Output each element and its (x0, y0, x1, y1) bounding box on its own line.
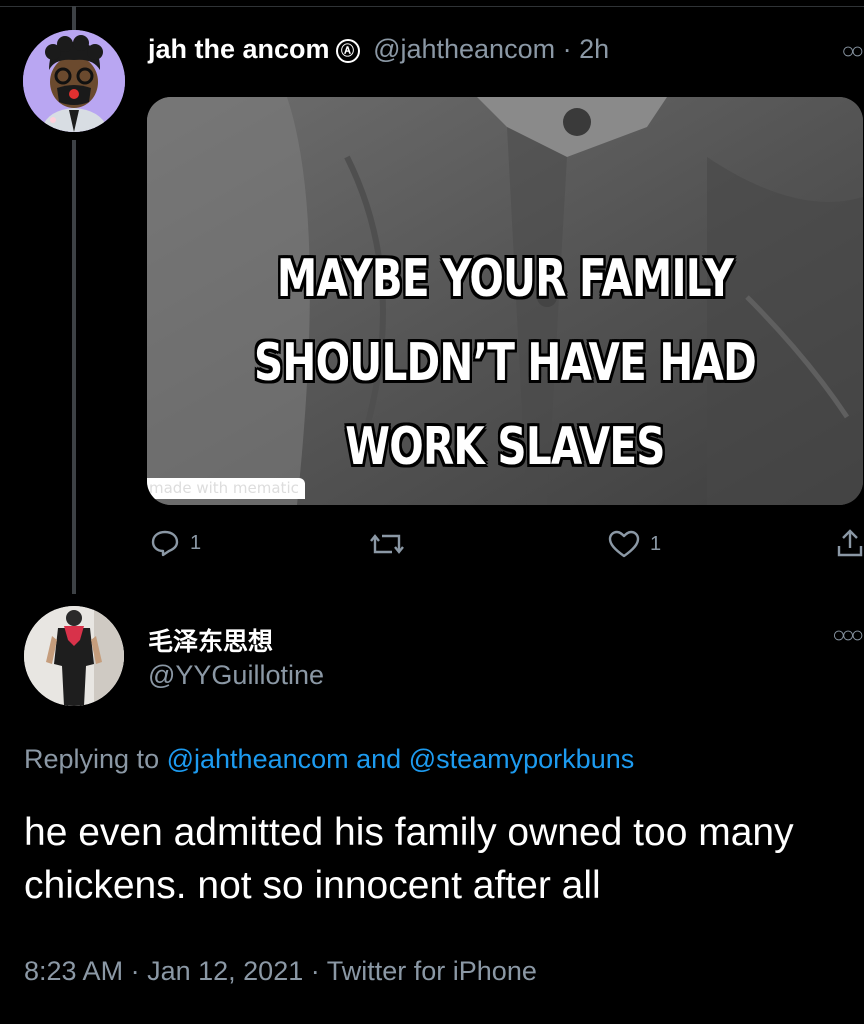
reply-button[interactable]: 1 (150, 528, 201, 558)
tweet-actions: 1 1 (148, 528, 864, 568)
reply-icon (151, 530, 179, 557)
share-icon (837, 529, 863, 557)
mention-conjunction[interactable]: and (356, 744, 401, 774)
retweet-button[interactable] (370, 530, 414, 558)
top-divider (0, 0, 864, 7)
mention-link[interactable]: @steamyporkbuns (409, 744, 635, 774)
separator: · (130, 956, 140, 986)
avatar-photo (24, 606, 124, 706)
reply-count: 1 (190, 531, 202, 554)
meme-caption-line: MAYBE YOUR FAMILY (276, 249, 734, 309)
separator: · (310, 956, 320, 986)
tweet-time[interactable]: 8:23 AM (24, 956, 123, 986)
like-count: 1 (650, 532, 662, 555)
anarchy-badge-icon: Ⓐ (335, 39, 360, 63)
avatar[interactable] (24, 606, 124, 706)
timestamp[interactable]: 2h (579, 34, 609, 64)
tweet-text: he even admitted his family owned too ma… (24, 811, 794, 907)
tweet-media-image[interactable]: MAYBE YOUR FAMILY SHOULDN’T HAVE HAD WOR… (147, 97, 863, 505)
like-button[interactable]: 1 (608, 530, 661, 558)
replying-to: Replying to @jahtheancom and @steamypork… (24, 744, 634, 775)
share-button[interactable] (836, 528, 864, 558)
meme-caption-line: WORK SLAVES (345, 417, 665, 477)
more-icon[interactable]: ○○○ (832, 622, 864, 648)
display-name[interactable]: jah the ancom (148, 34, 330, 64)
retweet-icon (370, 534, 404, 554)
handle[interactable]: @YYGuillotine (148, 660, 324, 691)
thread-line-top (72, 6, 76, 30)
tweet-header: jah the ancom Ⓐ @jahtheancom · 2h (148, 34, 609, 65)
display-name[interactable]: 毛泽东思想 (148, 622, 273, 658)
handle[interactable]: @jahtheancom (373, 34, 555, 64)
separator: · (562, 34, 572, 64)
tweet-source[interactable]: Twitter for iPhone (327, 956, 537, 986)
more-icon[interactable]: ○○ (841, 38, 863, 64)
watermark: made with mematic (147, 478, 305, 499)
mention-link[interactable]: @jahtheancom (167, 744, 349, 774)
avatar[interactable] (23, 30, 125, 132)
tweet-date[interactable]: Jan 12, 2021 (147, 956, 303, 986)
tweet-meta: 8:23 AM · Jan 12, 2021 · Twitter for iPh… (24, 956, 537, 987)
thread-line (72, 140, 76, 594)
meme-caption-line: SHOULDN’T HAVE HAD (253, 333, 757, 393)
replying-prefix: Replying to (24, 744, 160, 774)
avatar-illustration (23, 30, 125, 132)
like-icon (608, 530, 640, 558)
